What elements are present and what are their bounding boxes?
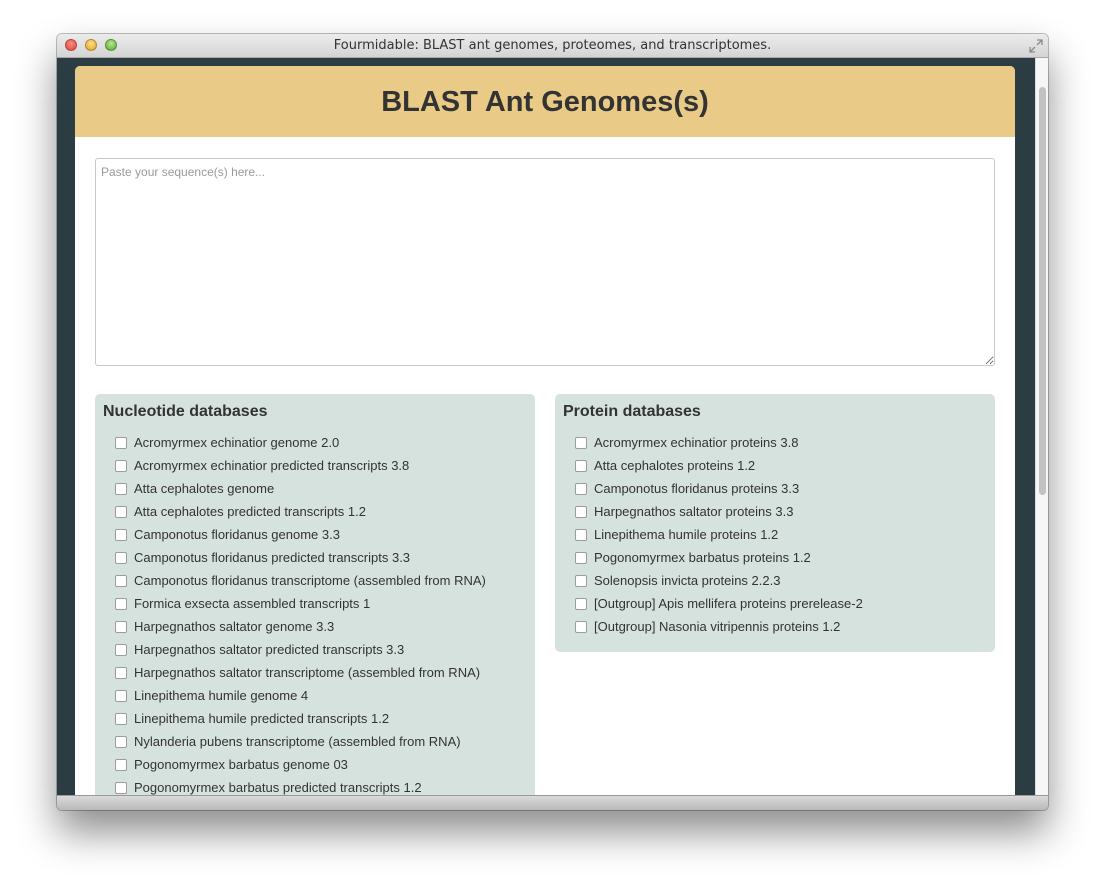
database-checkbox[interactable] bbox=[575, 436, 587, 449]
database-checkbox[interactable] bbox=[115, 482, 127, 495]
database-checkbox[interactable] bbox=[575, 505, 587, 518]
database-label: Harpegnathos saltator predicted transcri… bbox=[134, 642, 405, 657]
database-label: Acromyrmex echinatior genome 2.0 bbox=[134, 435, 340, 450]
database-item[interactable]: Acromyrmex echinatior proteins 3.8 bbox=[575, 431, 987, 454]
database-item[interactable]: Camponotus floridanus genome 3.3 bbox=[115, 523, 527, 546]
database-checkbox[interactable] bbox=[115, 689, 127, 702]
database-label: Solenopsis invicta proteins 2.2.3 bbox=[594, 573, 781, 588]
blast-panel: BLAST Ant Genomes(s) Nucleotide database… bbox=[75, 66, 1015, 795]
database-item[interactable]: Pogonomyrmex barbatus predicted transcri… bbox=[115, 776, 527, 795]
database-checkbox[interactable] bbox=[575, 551, 587, 564]
database-label: Linepithema humile genome 4 bbox=[134, 688, 309, 703]
database-checkbox[interactable] bbox=[575, 459, 587, 472]
page-content: BLAST Ant Genomes(s) Nucleotide database… bbox=[57, 58, 1035, 795]
database-item[interactable]: [Outgroup] Apis mellifera proteins prere… bbox=[575, 592, 987, 615]
database-checkbox[interactable] bbox=[575, 574, 587, 587]
database-checkbox[interactable] bbox=[115, 666, 127, 679]
database-checkbox[interactable] bbox=[575, 482, 587, 495]
database-item[interactable]: Pogonomyrmex barbatus proteins 1.2 bbox=[575, 546, 987, 569]
database-label: Harpegnathos saltator genome 3.3 bbox=[134, 619, 335, 634]
vertical-scrollbar[interactable] bbox=[1035, 58, 1048, 795]
database-checkbox[interactable] bbox=[575, 597, 587, 610]
database-label: Linepithema humile proteins 1.2 bbox=[594, 527, 779, 542]
database-item[interactable]: Atta cephalotes genome bbox=[115, 477, 527, 500]
database-checkbox[interactable] bbox=[115, 597, 127, 610]
database-label: Harpegnathos saltator proteins 3.3 bbox=[594, 504, 794, 519]
database-label: Atta cephalotes predicted transcripts 1.… bbox=[134, 504, 366, 519]
database-label: Atta cephalotes genome bbox=[134, 481, 275, 496]
sequence-input[interactable] bbox=[95, 158, 995, 366]
database-label: Camponotus floridanus predicted transcri… bbox=[134, 550, 411, 565]
window-title: Fourmidable: BLAST ant genomes, proteome… bbox=[333, 38, 772, 53]
database-checkbox[interactable] bbox=[115, 712, 127, 725]
database-checkbox[interactable] bbox=[115, 551, 127, 564]
database-checkbox[interactable] bbox=[575, 620, 587, 633]
database-checkbox[interactable] bbox=[115, 620, 127, 633]
database-label: Acromyrmex echinatior predicted transcri… bbox=[134, 458, 410, 473]
fullscreen-icon[interactable] bbox=[1029, 39, 1043, 53]
database-item[interactable]: Linepithema humile predicted transcripts… bbox=[115, 707, 527, 730]
nucleotide-databases-title: Nucleotide databases bbox=[103, 403, 268, 420]
page-title: BLAST Ant Genomes(s) bbox=[75, 66, 1015, 137]
database-label: Harpegnathos saltator transcriptome (ass… bbox=[134, 665, 481, 680]
database-checkbox[interactable] bbox=[115, 505, 127, 518]
database-checkbox[interactable] bbox=[115, 735, 127, 748]
database-label: Nylanderia pubens transcriptome (assembl… bbox=[134, 734, 461, 749]
title-bar: Fourmidable: BLAST ant genomes, proteome… bbox=[57, 34, 1048, 58]
database-label: [Outgroup] Apis mellifera proteins prere… bbox=[594, 596, 863, 611]
database-label: Atta cephalotes proteins 1.2 bbox=[594, 458, 756, 473]
database-item[interactable]: [Outgroup] Nasonia vitripennis proteins … bbox=[575, 615, 987, 638]
protein-database-list: Acromyrmex echinatior proteins 3.8 Atta c… bbox=[563, 431, 987, 638]
database-checkbox[interactable] bbox=[115, 643, 127, 656]
database-label: Pogonomyrmex barbatus predicted transcri… bbox=[134, 780, 422, 795]
database-item[interactable]: Camponotus floridanus predicted transcri… bbox=[115, 546, 527, 569]
database-item[interactable]: Harpegnathos saltator genome 3.3 bbox=[115, 615, 527, 638]
database-item[interactable]: Nylanderia pubens transcriptome (assembl… bbox=[115, 730, 527, 753]
database-item[interactable]: Pogonomyrmex barbatus genome 03 bbox=[115, 753, 527, 776]
database-item[interactable]: Camponotus floridanus transcriptome (ass… bbox=[115, 569, 527, 592]
database-item[interactable]: Acromyrmex echinatior genome 2.0 bbox=[115, 431, 527, 454]
database-checkbox[interactable] bbox=[115, 574, 127, 587]
protein-databases-title: Protein databases bbox=[563, 403, 701, 420]
database-checkbox[interactable] bbox=[115, 781, 127, 794]
database-checkbox[interactable] bbox=[575, 528, 587, 541]
database-label: Camponotus floridanus proteins 3.3 bbox=[594, 481, 800, 496]
database-checkbox[interactable] bbox=[115, 436, 127, 449]
database-label: Linepithema humile predicted transcripts… bbox=[134, 711, 390, 726]
nucleotide-database-list: Acromyrmex echinatior genome 2.0 Acromyrm… bbox=[103, 431, 527, 795]
database-label: Pogonomyrmex barbatus genome 03 bbox=[134, 757, 348, 772]
database-label: Camponotus floridanus transcriptome (ass… bbox=[134, 573, 486, 588]
database-item[interactable]: Formica exsecta assembled transcripts 1 bbox=[115, 592, 527, 615]
database-checkbox[interactable] bbox=[115, 758, 127, 771]
browser-window: Fourmidable: BLAST ant genomes, proteome… bbox=[57, 34, 1048, 810]
database-item[interactable]: Atta cephalotes predicted transcripts 1.… bbox=[115, 500, 527, 523]
database-label: [Outgroup] Nasonia vitripennis proteins … bbox=[594, 619, 841, 634]
database-checkbox[interactable] bbox=[115, 528, 127, 541]
database-checkbox[interactable] bbox=[115, 459, 127, 472]
database-item[interactable]: Solenopsis invicta proteins 2.2.3 bbox=[575, 569, 987, 592]
database-item[interactable]: Linepithema humile genome 4 bbox=[115, 684, 527, 707]
scrollbar-thumb[interactable] bbox=[1039, 87, 1046, 495]
database-item[interactable]: Harpegnathos saltator transcriptome (ass… bbox=[115, 661, 527, 684]
database-item[interactable]: Linepithema humile proteins 1.2 bbox=[575, 523, 987, 546]
window-bottom-bar bbox=[57, 795, 1048, 810]
database-item[interactable]: Atta cephalotes proteins 1.2 bbox=[575, 454, 987, 477]
nucleotide-databases-box: Nucleotide databases Acromyrmex echinati… bbox=[95, 394, 535, 795]
database-label: Formica exsecta assembled transcripts 1 bbox=[134, 596, 371, 611]
database-item[interactable]: Acromyrmex echinatior predicted transcri… bbox=[115, 454, 527, 477]
database-item[interactable]: Harpegnathos saltator predicted transcri… bbox=[115, 638, 527, 661]
database-label: Acromyrmex echinatior proteins 3.8 bbox=[594, 435, 799, 450]
database-label: Pogonomyrmex barbatus proteins 1.2 bbox=[594, 550, 811, 565]
database-item[interactable]: Camponotus floridanus proteins 3.3 bbox=[575, 477, 987, 500]
database-label: Camponotus floridanus genome 3.3 bbox=[134, 527, 340, 542]
protein-databases-box: Protein databases Acromyrmex echinatior … bbox=[555, 394, 995, 652]
database-item[interactable]: Harpegnathos saltator proteins 3.3 bbox=[575, 500, 987, 523]
